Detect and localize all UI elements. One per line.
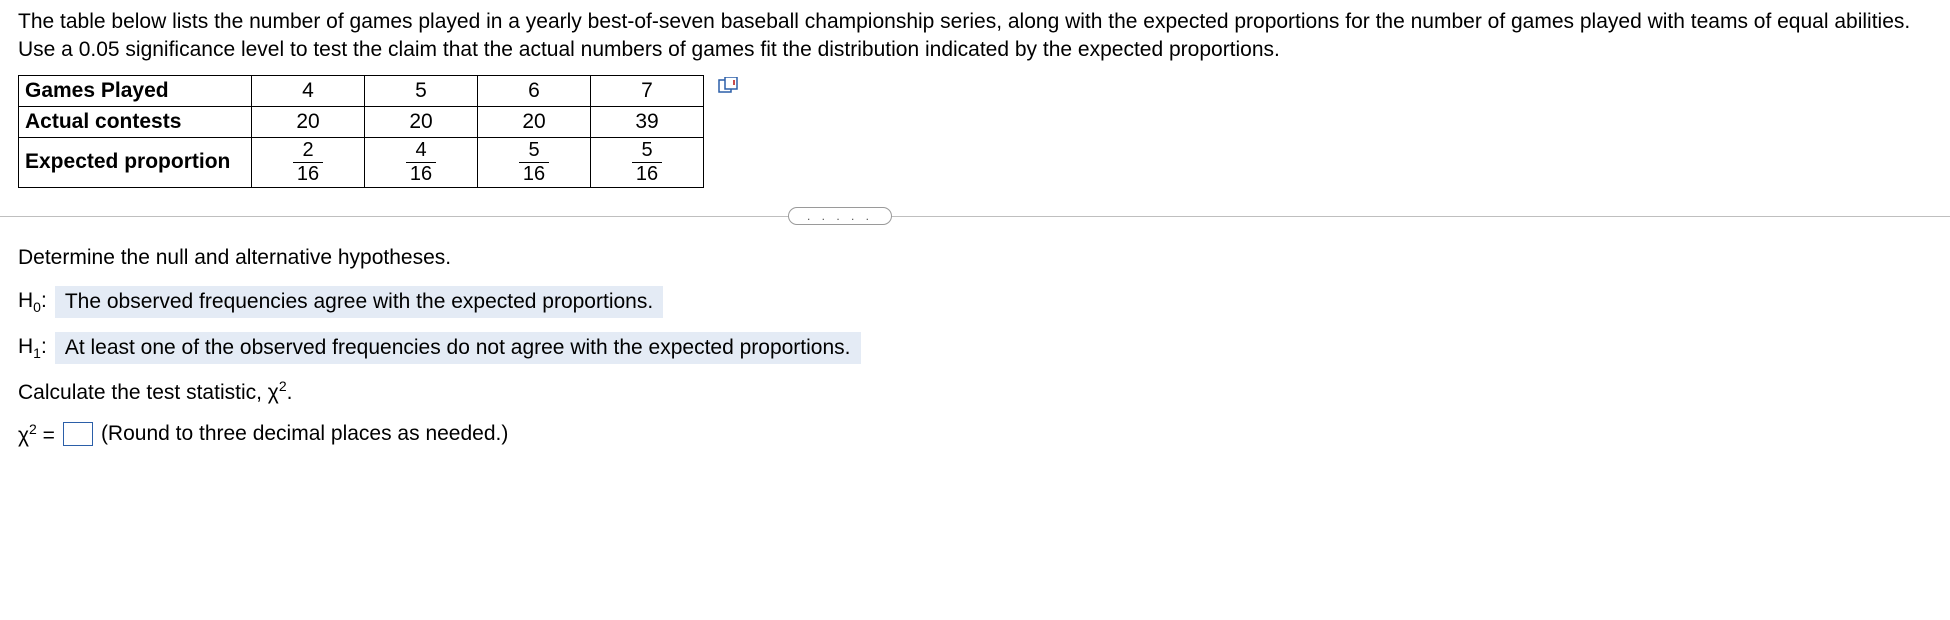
hypotheses-prompt: Determine the null and alternative hypot…: [18, 246, 1932, 270]
actual-cell: 20: [478, 106, 591, 137]
null-hypothesis-row: H0: The observed frequencies agree with …: [18, 286, 1932, 318]
expected-cell: 2 16: [252, 137, 365, 187]
data-table: Games Played 4 5 6 7 Actual contests 20 …: [18, 75, 704, 188]
h1-label: H1:: [18, 335, 47, 361]
games-cell: 6: [478, 75, 591, 106]
games-cell: 5: [365, 75, 478, 106]
fraction: 5 16: [519, 140, 549, 185]
h1-selected-answer[interactable]: At least one of the observed frequencies…: [55, 332, 861, 364]
expected-cell: 5 16: [591, 137, 704, 187]
games-cell: 7: [591, 75, 704, 106]
expand-toggle[interactable]: . . . . .: [788, 207, 892, 225]
expected-cell: 4 16: [365, 137, 478, 187]
actual-cell: 20: [365, 106, 478, 137]
chi-square-label: χ2 =: [18, 421, 55, 448]
expected-cell: 5 16: [478, 137, 591, 187]
calc-prompt: Calculate the test statistic, χ2.: [18, 378, 1932, 405]
chi-square-input[interactable]: [63, 422, 93, 446]
table-row: Actual contests 20 20 20 39: [19, 106, 704, 137]
fraction: 2 16: [293, 140, 323, 185]
row-header-actual: Actual contests: [19, 106, 252, 137]
fraction: 5 16: [632, 140, 662, 185]
table-row: Expected proportion 2 16 4 16: [19, 137, 704, 187]
actual-cell: 39: [591, 106, 704, 137]
h0-label: H0:: [18, 289, 47, 315]
fraction: 4 16: [406, 140, 436, 185]
row-header-expected: Expected proportion: [19, 137, 252, 187]
table-row: Games Played 4 5 6 7: [19, 75, 704, 106]
actual-cell: 20: [252, 106, 365, 137]
games-cell: 4: [252, 75, 365, 106]
h0-selected-answer[interactable]: The observed frequencies agree with the …: [55, 286, 663, 318]
rounding-hint: (Round to three decimal places as needed…: [101, 422, 508, 446]
alt-hypothesis-row: H1: At least one of the observed frequen…: [18, 332, 1932, 364]
popout-icon[interactable]: [718, 77, 738, 95]
problem-statement: The table below lists the number of game…: [18, 8, 1932, 65]
section-divider: . . . . .: [18, 206, 1932, 226]
row-header-games: Games Played: [19, 75, 252, 106]
